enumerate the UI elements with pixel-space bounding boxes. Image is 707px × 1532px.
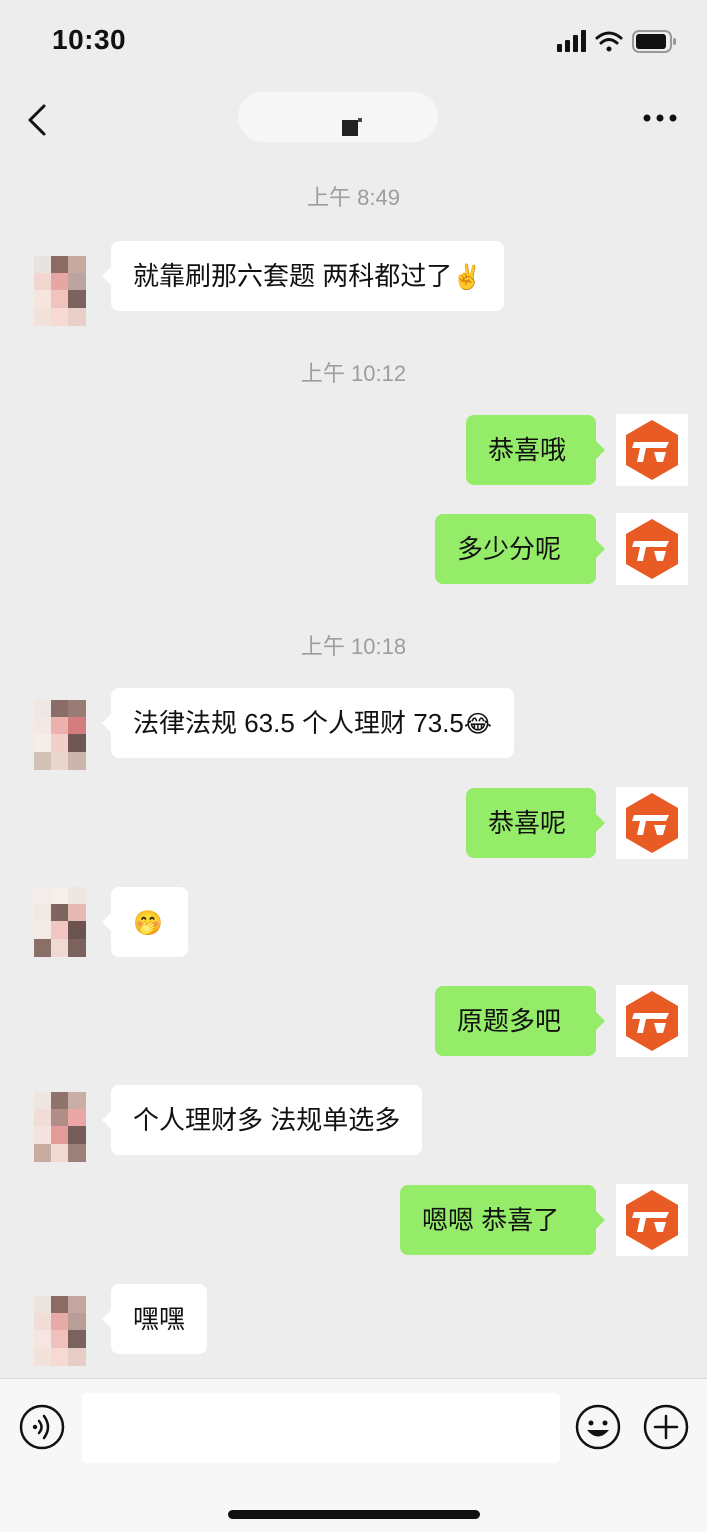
voice-button[interactable] <box>18 1403 66 1451</box>
avatar-self[interactable] <box>616 985 688 1057</box>
avatar-contact[interactable] <box>34 1092 86 1162</box>
brand-logo-icon <box>626 793 678 853</box>
battery-icon <box>632 30 676 53</box>
back-icon <box>28 104 46 136</box>
incoming-message[interactable]: 个人理财多 法规单选多 <box>101 1085 423 1155</box>
plus-icon <box>643 1404 689 1450</box>
message-text: 法律法规 63.5 个人理财 73.5 <box>133 708 464 738</box>
outgoing-message[interactable]: 恭喜哦 <box>466 415 605 485</box>
incoming-message[interactable]: 就靠刷那六套题 两科都过了✌️ <box>101 241 505 311</box>
chat-input-bar <box>0 1378 707 1532</box>
more-button[interactable] <box>643 110 677 128</box>
plus-button[interactable] <box>642 1403 690 1451</box>
status-time: 10:30 <box>52 24 127 55</box>
avatar-contact[interactable] <box>34 256 86 326</box>
message-text: 恭喜哦 <box>488 435 567 465</box>
voice-icon <box>19 1404 65 1450</box>
incoming-message[interactable]: 🤭 <box>102 887 188 957</box>
avatar-self[interactable] <box>616 1184 688 1256</box>
outgoing-message[interactable]: 恭喜呢 <box>466 788 605 858</box>
more-icon <box>643 114 677 122</box>
message-input[interactable] <box>82 1393 560 1463</box>
outgoing-message[interactable]: 多少分呢 <box>435 514 605 584</box>
timestamp: 上午 8:49 <box>307 185 400 210</box>
outgoing-message[interactable]: 原题多吧 <box>435 986 605 1056</box>
incoming-message[interactable]: 法律法规 63.5 个人理财 73.5😂 <box>102 688 514 758</box>
message-text: 原题多吧 <box>457 1006 562 1036</box>
avatar-self[interactable] <box>616 513 688 585</box>
home-indicator <box>228 1510 480 1519</box>
message-text: 个人理财多 法规单选多 <box>133 1105 401 1135</box>
back-button[interactable] <box>22 100 56 140</box>
brand-logo-icon <box>626 420 678 480</box>
signal-icon <box>557 30 586 52</box>
message-text: 嘿嘿 <box>133 1304 186 1334</box>
wifi-icon <box>595 31 623 52</box>
avatar-contact[interactable] <box>34 700 86 770</box>
incoming-message[interactable]: 嘿嘿 <box>101 1284 208 1354</box>
brand-logo-icon <box>626 991 678 1051</box>
chat-title-blurred <box>238 92 438 142</box>
avatar-self[interactable] <box>616 414 688 486</box>
message-text: 恭喜呢 <box>488 808 567 838</box>
outgoing-message[interactable]: 嗯嗯 恭喜了 <box>400 1185 605 1255</box>
brand-logo-icon <box>626 1190 678 1250</box>
message-text: 嗯嗯 恭喜了 <box>422 1205 560 1235</box>
title-redaction-mark <box>342 118 362 143</box>
avatar-contact[interactable] <box>34 1296 86 1366</box>
avatar-self[interactable] <box>616 787 688 859</box>
emoji-icon <box>575 1404 621 1450</box>
timestamp: 上午 10:18 <box>300 634 407 659</box>
message-text: 就靠刷那六套题 两科都过了 <box>133 261 453 291</box>
avatar-contact[interactable] <box>34 887 86 957</box>
hand-over-mouth-emoji: 🤭 <box>133 909 163 937</box>
victory-hand-emoji: ✌️ <box>452 263 483 291</box>
brand-logo-icon <box>626 519 678 579</box>
status-icons <box>557 30 679 59</box>
laughing-tears-emoji: 😂 <box>463 710 492 738</box>
timestamp: 上午 10:12 <box>300 361 407 386</box>
message-text: 多少分呢 <box>457 534 562 564</box>
status-bar: 10:30 <box>0 0 707 86</box>
emoji-button[interactable] <box>574 1403 622 1451</box>
